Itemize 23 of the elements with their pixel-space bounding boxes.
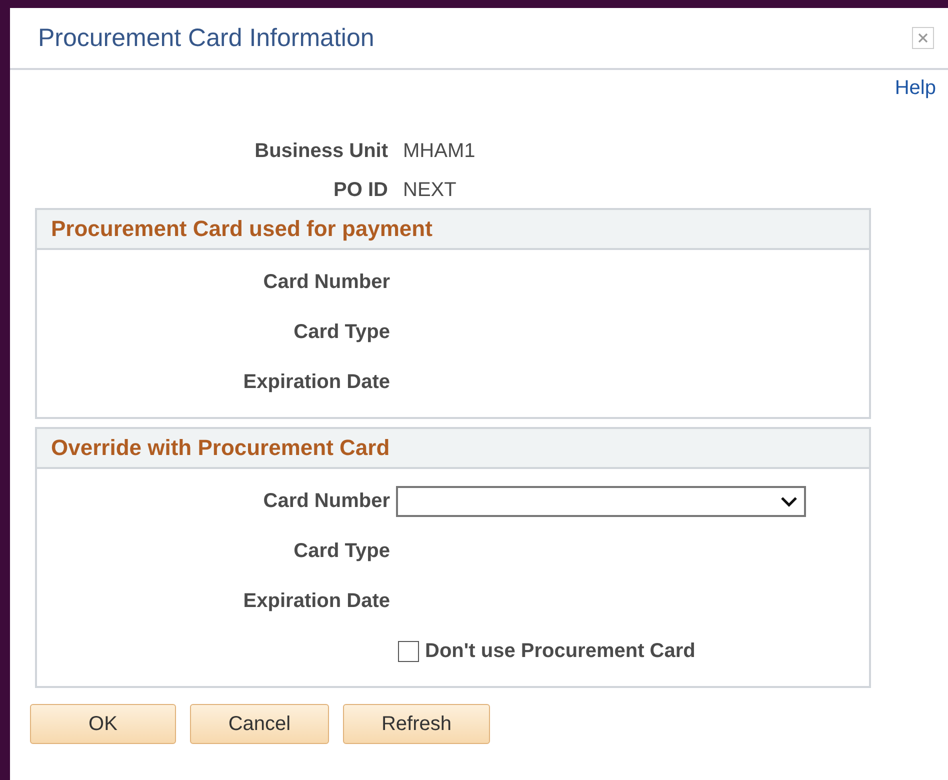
card-number-dropdown[interactable] — [396, 486, 806, 516]
checkbox-label: Don't use Procurement Card — [425, 640, 696, 662]
window-title: Procurement Card Information — [38, 24, 374, 52]
close-button[interactable] — [912, 27, 934, 49]
close-icon — [918, 33, 928, 43]
section-title: Procurement Card used for payment — [51, 216, 432, 242]
field-label: Card Type — [292, 540, 390, 562]
field-label: Business Unit — [254, 140, 388, 163]
refresh-button[interactable]: Refresh — [343, 704, 490, 744]
field-label: Card Number — [262, 490, 390, 512]
field-label: PO ID — [332, 179, 388, 202]
field-label: Card Number — [262, 270, 390, 294]
chevron-down-icon — [780, 496, 798, 506]
field-label: Expiration Date — [242, 590, 390, 612]
field-label: Expiration Date — [242, 370, 390, 394]
help-link[interactable]: Help — [894, 77, 936, 103]
field-label: Card Type — [292, 320, 390, 344]
section-title: Override with Procurement Card — [51, 435, 390, 461]
checkbox[interactable] — [398, 640, 419, 662]
field-value: MHAM1 — [403, 140, 476, 163]
field-value: NEXT — [403, 179, 458, 202]
ok-button[interactable]: OK — [30, 704, 176, 744]
cancel-button[interactable]: Cancel — [190, 704, 329, 744]
